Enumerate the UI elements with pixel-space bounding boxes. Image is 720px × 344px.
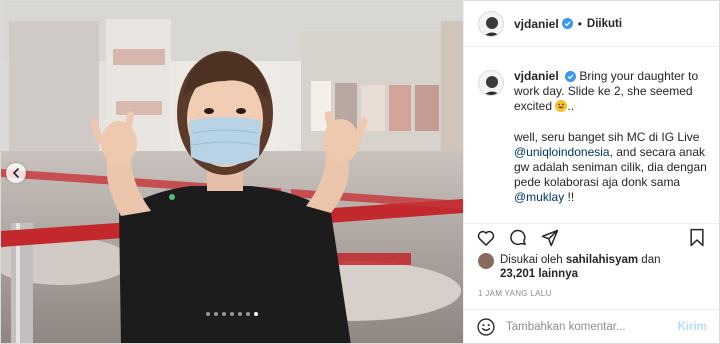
likes-text: Disukai oleh sahilahisyam dan 23,201 lai… xyxy=(500,253,660,281)
author-username[interactable]: vjdaniel xyxy=(514,17,559,31)
carousel-dot xyxy=(254,312,258,316)
post-media[interactable] xyxy=(1,1,463,343)
smiley-icon[interactable] xyxy=(476,317,496,337)
heart-icon xyxy=(477,230,495,246)
caption-username[interactable]: vjdaniel xyxy=(514,69,559,83)
caption-line-1-tail: .. xyxy=(567,99,575,114)
like-button[interactable] xyxy=(474,226,498,250)
carousel-dot xyxy=(214,312,218,316)
verified-badge-icon xyxy=(561,18,573,29)
likes-prefix: Disukai oleh xyxy=(500,254,563,266)
instagram-post: vjdaniel • Diikuti vjdaniel Bring your d… xyxy=(0,0,720,344)
avatar-image xyxy=(479,11,503,36)
avatar[interactable] xyxy=(478,70,504,96)
caption-text-segment: well, seru banget sih MC di IG Live xyxy=(514,129,700,144)
post-comment-button[interactable]: Kirim xyxy=(678,321,707,333)
post-sidebar: vjdaniel • Diikuti vjdaniel Bring your d… xyxy=(463,1,719,343)
carousel-dot xyxy=(222,312,226,316)
chevron-left-icon xyxy=(12,168,19,178)
header-separator: • xyxy=(577,16,582,31)
follow-status-button[interactable]: Diikuti xyxy=(587,18,622,30)
carousel-prev-button[interactable] xyxy=(6,163,26,183)
caption-scroll-area[interactable]: vjdaniel Bring your daughter to work day… xyxy=(464,47,719,215)
paper-plane-icon xyxy=(541,229,559,246)
mention-link[interactable]: @uniqloindonesia xyxy=(514,145,610,159)
carousel-dot xyxy=(238,312,242,316)
avatar[interactable] xyxy=(478,10,504,37)
carousel-dot xyxy=(206,312,210,316)
avatar-image xyxy=(479,71,503,95)
comment-input[interactable] xyxy=(506,320,678,333)
share-button[interactable] xyxy=(538,226,562,250)
carousel-dot xyxy=(246,312,250,316)
comment-button[interactable] xyxy=(506,226,530,250)
likes-summary[interactable]: Disukai oleh sahilahisyam dan 23,201 lai… xyxy=(478,253,660,281)
likes-connector: dan xyxy=(641,254,661,266)
carousel-dot xyxy=(230,312,234,316)
post-photo xyxy=(1,1,463,343)
caption: vjdaniel Bring your daughter to work day… xyxy=(478,69,707,215)
caption-text-segment: !! xyxy=(564,190,575,205)
caption-paragraph-2: well, seru banget sih MC di IG Live @uni… xyxy=(514,130,707,206)
post-timestamp[interactable]: 1 JAM YANG LALU xyxy=(478,289,552,298)
save-button[interactable] xyxy=(685,226,709,250)
liker-avatar xyxy=(478,253,494,269)
carousel-indicator xyxy=(1,312,463,316)
caption-text: vjdaniel Bring your daughter to work day… xyxy=(514,69,707,215)
likes-count[interactable]: 23,201 lainnya xyxy=(500,268,578,280)
mention-link[interactable]: @muklay xyxy=(514,190,564,204)
post-header: vjdaniel • Diikuti xyxy=(464,1,719,47)
comment-icon xyxy=(510,229,526,245)
liker-username[interactable]: sahilahisyam xyxy=(566,254,638,266)
comment-bar: Kirim xyxy=(464,309,719,343)
bookmark-icon xyxy=(690,228,704,246)
grinning-emoji-icon xyxy=(555,100,568,113)
post-actions xyxy=(464,223,719,251)
verified-badge-icon xyxy=(565,71,577,83)
